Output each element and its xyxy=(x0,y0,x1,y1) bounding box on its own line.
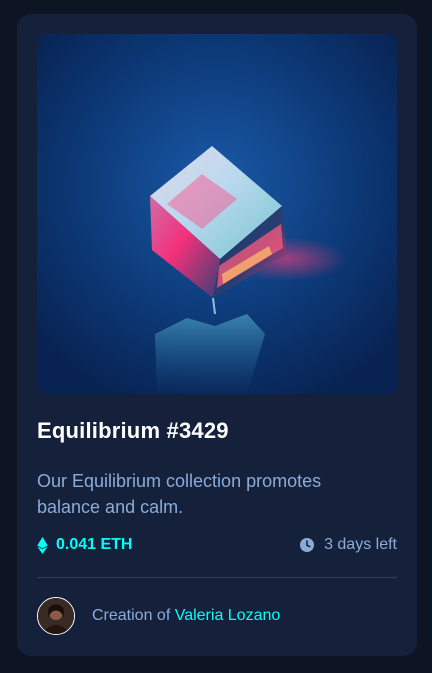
time-remaining: 3 days left xyxy=(300,536,397,554)
creator-label: Creation of Valeria Lozano xyxy=(92,607,280,625)
price-value: 0.041 ETH xyxy=(56,536,133,553)
creator-row: Creation of Valeria Lozano xyxy=(37,596,280,636)
avatar xyxy=(37,597,75,635)
nft-description: Our Equilibrium collection promotes bala… xyxy=(37,471,322,517)
nft-meta-row: 0.041 ETH 3 days left xyxy=(37,536,397,560)
time-value: 3 days left xyxy=(324,536,397,553)
divider xyxy=(37,577,397,578)
ethereum-icon xyxy=(37,536,48,554)
creator-avatar-image xyxy=(38,598,74,634)
clock-icon xyxy=(300,538,315,552)
nft-title[interactable]: Equilibrium #3429 xyxy=(37,418,229,444)
creator-name-link[interactable]: Valeria Lozano xyxy=(175,607,281,624)
creator-prefix: Creation of xyxy=(92,607,171,624)
nft-card: Equilibrium #3429 Our Equilibrium collec… xyxy=(17,14,417,656)
equilibrium-cube-illustration xyxy=(37,34,397,394)
nft-image[interactable] xyxy=(37,34,397,394)
price-info: 0.041 ETH xyxy=(37,536,132,554)
